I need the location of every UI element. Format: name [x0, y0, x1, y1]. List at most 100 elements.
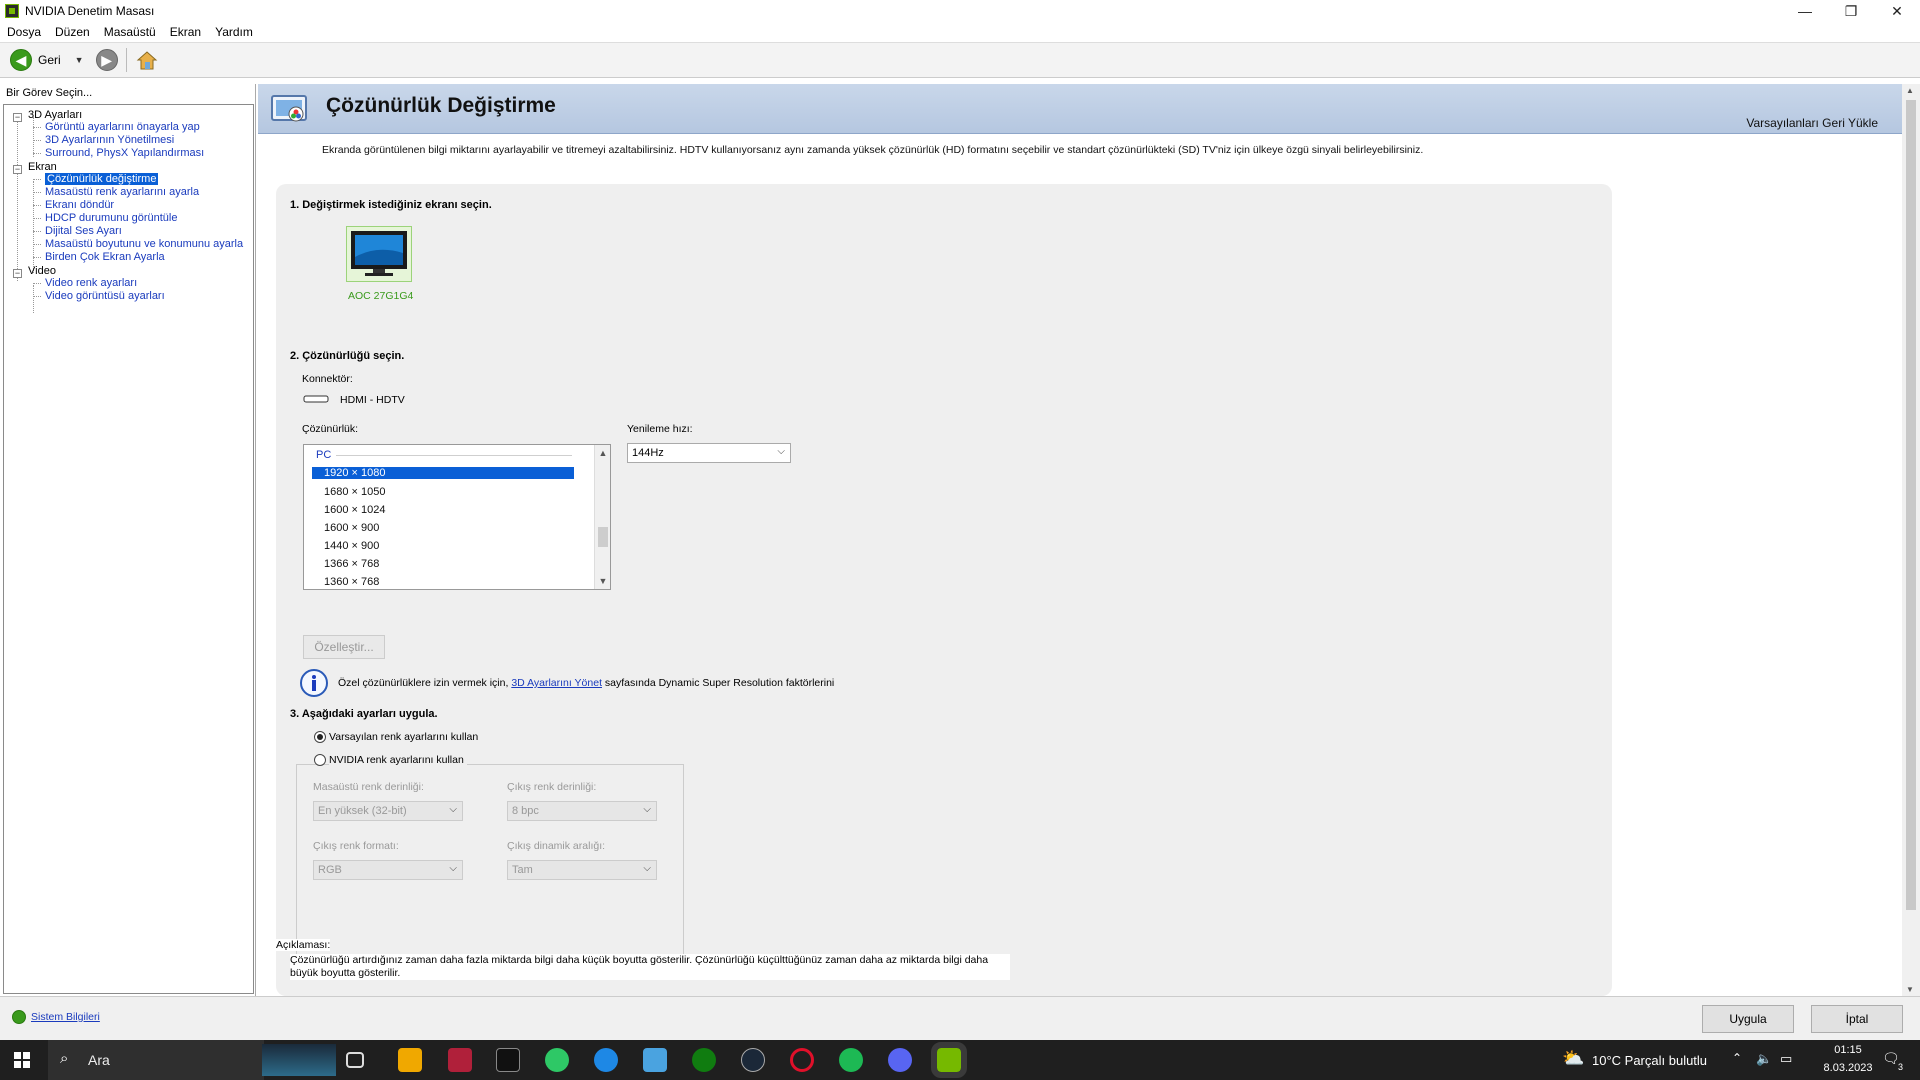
- manage-3d-link[interactable]: 3D Ayarlarını Yönet: [511, 677, 602, 689]
- hdmi-connector-icon: [303, 395, 329, 403]
- dynamic-range-value: Tam: [512, 864, 533, 876]
- xbox-icon[interactable]: [692, 1048, 716, 1072]
- resolution-list-scrollbar[interactable]: ▲ ▼: [594, 445, 610, 589]
- task-view-icon[interactable]: [346, 1052, 364, 1068]
- step3-heading: 3. Aşağıdaki ayarları uygula.: [290, 708, 438, 720]
- clock-time[interactable]: 01:15: [1818, 1044, 1878, 1056]
- refresh-rate-select[interactable]: 144Hz ⌵: [627, 443, 791, 463]
- app-window-icon[interactable]: [643, 1048, 667, 1072]
- menu-ekran[interactable]: Ekran: [163, 25, 208, 39]
- menu-masaustu[interactable]: Masaüstü: [97, 25, 163, 39]
- tree-cat-video[interactable]: Video: [28, 265, 56, 277]
- tree-item-digital-audio[interactable]: Dijital Ses Ayarı: [45, 225, 122, 237]
- menu-yardim[interactable]: Yardım: [208, 25, 260, 39]
- main-scroll-thumb[interactable]: [1906, 100, 1916, 910]
- tree-cat-3d[interactable]: 3D Ayarları: [28, 109, 82, 121]
- radio-nvidia-colors[interactable]: [314, 754, 326, 766]
- close-button[interactable]: ✕: [1874, 0, 1920, 22]
- tree-item-multiple-displays[interactable]: Birden Çok Ekran Ayarla: [45, 251, 165, 263]
- tree-item-surround-physx[interactable]: Surround, PhysX Yapılandırması: [45, 147, 204, 159]
- chevron-down-icon: ⌵: [643, 804, 651, 815]
- radio-default-colors[interactable]: [314, 731, 326, 743]
- tree-item-change-resolution[interactable]: Çözünürlük değiştirme: [45, 173, 159, 185]
- tree-item-desktop-color[interactable]: Masaüstü renk ayarlarını ayarla: [45, 186, 199, 198]
- collapse-3d-icon[interactable]: −: [13, 113, 22, 122]
- apply-button[interactable]: Uygula: [1702, 1005, 1794, 1033]
- browser-icon[interactable]: [594, 1048, 618, 1072]
- resolution-item[interactable]: 1440 × 900: [324, 540, 379, 552]
- tree-item-rotate-display[interactable]: Ekranı döndür: [45, 199, 114, 211]
- tree-item-video-image[interactable]: Video görüntüsü ayarları: [45, 290, 165, 302]
- taskbar-search-box[interactable]: ⌕ Ara: [48, 1040, 264, 1080]
- explanation-label: Açıklaması:: [276, 939, 331, 951]
- discord-icon[interactable]: [888, 1048, 912, 1072]
- resolution-item[interactable]: 1680 × 1050: [324, 486, 385, 498]
- info-text-post: sayfasında Dynamic Super Resolution fakt…: [601, 677, 835, 689]
- collapse-video-icon[interactable]: −: [13, 269, 22, 278]
- search-placeholder: Ara: [88, 1052, 110, 1068]
- file-explorer-icon[interactable]: [398, 1048, 422, 1072]
- windows-start-icon[interactable]: [14, 1052, 30, 1068]
- resolution-list[interactable]: PC 1920 × 1080 1680 × 1050 1600 × 1024 1…: [303, 444, 611, 590]
- info-text: Özel çözünürlüklere izin vermek için, 3D…: [338, 677, 834, 689]
- back-button-label[interactable]: Geri: [38, 53, 61, 67]
- speaker-icon[interactable]: 🔈: [1756, 1051, 1772, 1067]
- home-icon[interactable]: [135, 49, 159, 71]
- scroll-down-icon[interactable]: ▼: [595, 576, 610, 586]
- spotify-icon[interactable]: [839, 1048, 863, 1072]
- tree-item-image-settings[interactable]: Görüntü ayarlarını önayarla yap: [45, 121, 200, 133]
- explanation-text: Çözünürlüğü artırdığınız zaman daha fazl…: [290, 954, 1010, 980]
- radio-nvidia-colors-label[interactable]: NVIDIA renk ayarlarını kullan: [329, 754, 467, 766]
- menu-duzen[interactable]: Düzen: [48, 25, 97, 39]
- app-icon[interactable]: [448, 1048, 472, 1072]
- network-icon[interactable]: ▭: [1780, 1051, 1792, 1067]
- toolbar: ◀ Geri ▼ ▶: [0, 42, 1920, 78]
- scroll-down-icon[interactable]: ▼: [1906, 985, 1914, 994]
- tree-item-desktop-size[interactable]: Masaüstü boyutunu ve konumunu ayarla: [45, 238, 243, 250]
- scroll-up-icon[interactable]: ▲: [1906, 86, 1914, 95]
- menu-dosya[interactable]: Dosya: [0, 25, 48, 39]
- system-info-link[interactable]: Sistem Bilgileri: [31, 1011, 100, 1023]
- weather-text[interactable]: 10°C Parçalı bulutlu: [1592, 1053, 1707, 1068]
- collapse-display-icon[interactable]: −: [13, 165, 22, 174]
- resolution-item[interactable]: 1360 × 768: [324, 576, 379, 588]
- step1-heading: 1. Değiştirmek istediğiniz ekranı seçin.: [290, 199, 492, 211]
- scroll-up-icon[interactable]: ▲: [595, 448, 610, 458]
- back-arrow-icon[interactable]: ◀: [10, 49, 32, 71]
- output-format-select: RGB ⌵: [313, 860, 463, 880]
- radio-default-colors-label[interactable]: Varsayılan renk ayarlarını kullan: [329, 731, 478, 743]
- minimize-button[interactable]: —: [1782, 0, 1828, 22]
- clock-date[interactable]: 8.03.2023: [1818, 1062, 1878, 1074]
- epic-games-icon[interactable]: [496, 1048, 520, 1072]
- maximize-button[interactable]: ❐: [1828, 0, 1874, 22]
- forward-arrow-icon[interactable]: ▶: [95, 49, 118, 71]
- opera-gx-icon[interactable]: [790, 1048, 814, 1072]
- tree-item-manage-3d[interactable]: 3D Ayarlarının Yönetilmesi: [45, 134, 174, 146]
- resolution-label: Çözünürlük:: [302, 423, 359, 435]
- resolution-item-selected[interactable]: 1920 × 1080: [312, 467, 574, 479]
- nvidia-app-icon: [5, 4, 19, 18]
- resolution-item[interactable]: 1366 × 768: [324, 558, 379, 570]
- info-icon: [300, 669, 328, 697]
- tree-item-video-color[interactable]: Video renk ayarları: [45, 277, 137, 289]
- nvidia-taskbar-icon[interactable]: [931, 1042, 967, 1078]
- resolution-item[interactable]: 1600 × 1024: [324, 504, 385, 516]
- restore-defaults-link[interactable]: Varsayılanları Geri Yükle: [1746, 116, 1878, 130]
- main-scrollbar[interactable]: ▲ ▼: [1902, 84, 1920, 996]
- tree-item-hdcp-status[interactable]: HDCP durumunu görüntüle: [45, 212, 177, 224]
- back-dropdown-icon[interactable]: ▼: [75, 55, 84, 65]
- bottom-bar: Sistem Bilgileri Uygula İptal: [0, 996, 1920, 1040]
- launcher-icon[interactable]: [545, 1048, 569, 1072]
- weather-icon: ⛅: [1562, 1048, 1585, 1068]
- refresh-rate-value: 144Hz: [632, 447, 664, 459]
- cancel-button[interactable]: İptal: [1811, 1005, 1903, 1033]
- tree-cat-display[interactable]: Ekran: [28, 161, 57, 173]
- customize-button[interactable]: Özelleştir...: [303, 635, 385, 659]
- steam-icon[interactable]: [741, 1048, 765, 1072]
- chevron-up-icon[interactable]: ⌃: [1732, 1051, 1742, 1065]
- scroll-thumb[interactable]: [598, 527, 608, 547]
- dynamic-range-select: Tam ⌵: [507, 860, 657, 880]
- task-tree: − 3D Ayarları Görüntü ayarlarını önayarl…: [3, 104, 254, 994]
- monitor-tile[interactable]: [346, 226, 412, 282]
- resolution-item[interactable]: 1600 × 900: [324, 522, 379, 534]
